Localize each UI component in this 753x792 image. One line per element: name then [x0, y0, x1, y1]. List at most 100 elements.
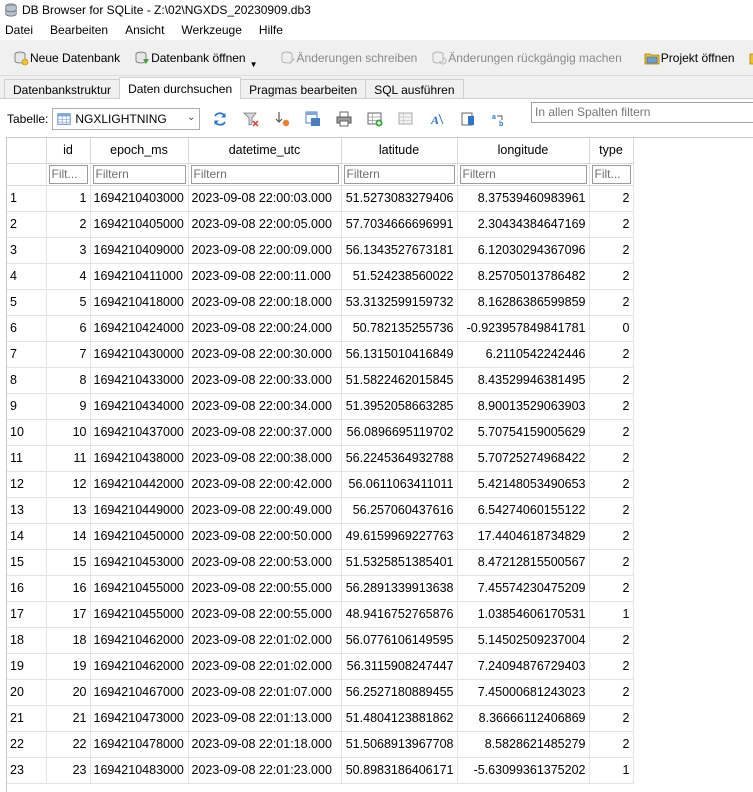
- cell-datetime-utc[interactable]: 2023-09-08 22:00:09.000: [188, 237, 342, 264]
- tab-execute-sql[interactable]: SQL ausführen: [365, 79, 464, 99]
- cell-type[interactable]: 2: [589, 549, 634, 576]
- cell-datetime-utc[interactable]: 2023-09-08 22:00:24.000: [188, 315, 342, 342]
- cell-datetime-utc[interactable]: 2023-09-08 22:00:50.000: [188, 523, 342, 550]
- cell-epoch-ms[interactable]: 1694210409000: [90, 237, 189, 264]
- cell-datetime-utc[interactable]: 2023-09-08 22:00:37.000: [188, 419, 342, 446]
- table-row[interactable]: 4 4 1694210411000 2023-09-08 22:00:11.000 51…: [7, 263, 634, 290]
- cell-longitude[interactable]: 2.30434384647169: [457, 211, 590, 238]
- cell-epoch-ms[interactable]: 1694210453000: [90, 549, 189, 576]
- row-number[interactable]: 13: [7, 497, 47, 524]
- cell-epoch-ms[interactable]: 1694210424000: [90, 315, 189, 342]
- cell-datetime-utc[interactable]: 2023-09-08 22:00:05.000: [188, 211, 342, 238]
- row-number[interactable]: 1: [7, 185, 47, 212]
- cell-longitude[interactable]: -5.63099361375202: [457, 757, 590, 784]
- save-table-button[interactable]: [302, 108, 324, 130]
- cell-id[interactable]: 22: [46, 731, 91, 758]
- row-number[interactable]: 17: [7, 601, 47, 628]
- table-row[interactable]: 20 20 1694210467000 2023-09-08 22:01:07.000…: [7, 679, 634, 706]
- cell-type[interactable]: 2: [589, 393, 634, 420]
- filter-input-datetime-utc[interactable]: Filtern: [190, 164, 339, 184]
- cell-type[interactable]: 2: [589, 263, 634, 290]
- cell-id[interactable]: 16: [46, 575, 91, 602]
- cell-id[interactable]: 13: [46, 497, 91, 524]
- cell-latitude[interactable]: 56.0611063411011: [341, 471, 458, 498]
- cell-type[interactable]: 2: [589, 419, 634, 446]
- cell-id[interactable]: 21: [46, 705, 91, 732]
- cell-longitude[interactable]: 5.70725274968422: [457, 445, 590, 472]
- cell-latitude[interactable]: 56.3115908247447: [341, 653, 458, 680]
- format-button[interactable]: [457, 108, 479, 130]
- cell-id[interactable]: 19: [46, 653, 91, 680]
- cell-epoch-ms[interactable]: 1694210403000: [90, 185, 189, 212]
- cell-longitude[interactable]: 8.37539460983961: [457, 185, 590, 212]
- cell-datetime-utc[interactable]: 2023-09-08 22:00:11.000: [188, 263, 342, 290]
- cell-datetime-utc[interactable]: 2023-09-08 22:01:02.000: [188, 627, 342, 654]
- cell-id[interactable]: 8: [46, 367, 91, 394]
- cell-latitude[interactable]: 51.5325851385401: [341, 549, 458, 576]
- cell-type[interactable]: 2: [589, 731, 634, 758]
- cell-id[interactable]: 11: [46, 445, 91, 472]
- cell-id[interactable]: 5: [46, 289, 91, 316]
- cell-epoch-ms[interactable]: 1694210434000: [90, 393, 189, 420]
- cell-latitude[interactable]: 57.7034666696991: [341, 211, 458, 238]
- filter-input-latitude[interactable]: Filtern: [343, 164, 455, 184]
- cell-epoch-ms[interactable]: 1694210433000: [90, 367, 189, 394]
- cell-type[interactable]: 0: [589, 315, 634, 342]
- table-row[interactable]: 1 1 1694210403000 2023-09-08 22:00:03.000 51…: [7, 185, 634, 212]
- table-row[interactable]: 16 16 1694210455000 2023-09-08 22:00:55.000…: [7, 575, 634, 602]
- cell-epoch-ms[interactable]: 1694210430000: [90, 341, 189, 368]
- column-header-id[interactable]: id: [46, 138, 91, 164]
- cell-latitude[interactable]: 56.0776106149595: [341, 627, 458, 654]
- corner-header[interactable]: [7, 138, 47, 164]
- row-number[interactable]: 10: [7, 419, 47, 446]
- row-number[interactable]: 8: [7, 367, 47, 394]
- cell-datetime-utc[interactable]: 2023-09-08 22:01:13.000: [188, 705, 342, 732]
- cell-epoch-ms[interactable]: 1694210449000: [90, 497, 189, 524]
- find-replace-button[interactable]: a b: [488, 108, 510, 130]
- cell-longitude[interactable]: 7.45574230475209: [457, 575, 590, 602]
- cell-longitude[interactable]: 8.90013529063903: [457, 393, 590, 420]
- menu-ansicht[interactable]: Ansicht: [125, 23, 164, 37]
- cell-latitude[interactable]: 51.5068913967708: [341, 731, 458, 758]
- cell-epoch-ms[interactable]: 1694210455000: [90, 601, 189, 628]
- row-number[interactable]: 14: [7, 523, 47, 550]
- cell-longitude[interactable]: 8.47212815500567: [457, 549, 590, 576]
- cell-datetime-utc[interactable]: 2023-09-08 22:00:34.000: [188, 393, 342, 420]
- menu-hilfe[interactable]: Hilfe: [259, 23, 283, 37]
- cell-epoch-ms[interactable]: 1694210462000: [90, 653, 189, 680]
- cell-latitude[interactable]: 51.4804123881862: [341, 705, 458, 732]
- tab-browse-data[interactable]: Daten durchsuchen: [119, 77, 242, 99]
- row-number[interactable]: 12: [7, 471, 47, 498]
- cell-datetime-utc[interactable]: 2023-09-08 22:00:53.000: [188, 549, 342, 576]
- cell-id[interactable]: 15: [46, 549, 91, 576]
- column-header-latitude[interactable]: latitude: [341, 138, 458, 164]
- table-row[interactable]: 8 8 1694210433000 2023-09-08 22:00:33.000 51…: [7, 367, 634, 394]
- cell-longitude[interactable]: 1.03854606170531: [457, 601, 590, 628]
- table-row[interactable]: 10 10 1694210437000 2023-09-08 22:00:37.000…: [7, 419, 634, 446]
- table-row[interactable]: 22 22 1694210478000 2023-09-08 22:01:18.000…: [7, 731, 634, 758]
- cell-id[interactable]: 18: [46, 627, 91, 654]
- cell-epoch-ms[interactable]: 1694210478000: [90, 731, 189, 758]
- cell-latitude[interactable]: 56.0896695119702: [341, 419, 458, 446]
- filter-input-epoch-ms[interactable]: Filtern: [92, 164, 186, 184]
- cell-latitude[interactable]: 50.8983186406171: [341, 757, 458, 784]
- cell-longitude[interactable]: 6.2110542242446: [457, 341, 590, 368]
- row-number[interactable]: 22: [7, 731, 47, 758]
- new-database-button[interactable]: Neue Datenbank: [7, 45, 126, 71]
- cell-type[interactable]: 1: [589, 601, 634, 628]
- cell-type[interactable]: 2: [589, 679, 634, 706]
- row-number[interactable]: 16: [7, 575, 47, 602]
- cell-datetime-utc[interactable]: 2023-09-08 22:01:02.000: [188, 653, 342, 680]
- table-row[interactable]: 9 9 1694210434000 2023-09-08 22:00:34.000 51…: [7, 393, 634, 420]
- cell-id[interactable]: 9: [46, 393, 91, 420]
- cell-longitude[interactable]: 5.70754159005629: [457, 419, 590, 446]
- table-row[interactable]: 21 21 1694210473000 2023-09-08 22:01:13.000…: [7, 705, 634, 732]
- table-row[interactable]: 13 13 1694210449000 2023-09-08 22:00:49.000…: [7, 497, 634, 524]
- cell-epoch-ms[interactable]: 1694210442000: [90, 471, 189, 498]
- row-number[interactable]: 23: [7, 757, 47, 784]
- cell-type[interactable]: 1: [589, 757, 634, 784]
- cell-latitude[interactable]: 51.5822462015845: [341, 367, 458, 394]
- data-grid[interactable]: id epoch_ms datetime_utc latitude longit…: [6, 137, 753, 792]
- row-number[interactable]: 18: [7, 627, 47, 654]
- table-row[interactable]: 23 23 1694210483000 2023-09-08 22:01:23.000…: [7, 757, 634, 784]
